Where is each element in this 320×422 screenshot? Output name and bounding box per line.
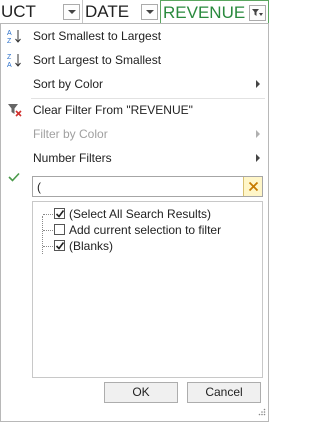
sort-by-color-item[interactable]: Sort by Color (1, 72, 268, 96)
filter-by-color-item: Filter by Color (1, 122, 268, 146)
tree-connector (43, 230, 53, 231)
list-item-label: Add current selection to filter (69, 223, 222, 237)
cancel-button[interactable]: Cancel (187, 382, 261, 403)
blanks-checkbox[interactable] (54, 240, 65, 251)
list-item-label: (Blanks) (69, 239, 114, 253)
column-header-revenue[interactable]: REVENUE (160, 0, 269, 24)
chevron-down-icon (68, 10, 76, 14)
autofilter-dropdown: A Z Sort Smallest to Largest Z A Sort La… (0, 23, 269, 422)
column-header-label: REVENUE (163, 3, 246, 22)
column-header-row: UCT DATE REVENUE (0, 0, 269, 24)
add-selection-checkbox[interactable] (54, 224, 65, 235)
number-filters-item[interactable]: Number Filters (1, 146, 268, 170)
sort-ascending-icon: A Z (7, 28, 23, 47)
menu-item-label: Sort Smallest to Largest (33, 29, 162, 43)
close-icon (248, 181, 259, 192)
svg-text:Z: Z (7, 54, 12, 61)
filter-value-list[interactable]: (Select All Search Results) Add current … (32, 201, 263, 378)
checkmark-icon (55, 242, 65, 250)
tree-connector (43, 246, 53, 247)
select-all-checkbox[interactable] (54, 208, 65, 219)
menu-item-label: Sort Largest to Smallest (33, 53, 162, 67)
filter-active-icon (252, 9, 263, 16)
search-input[interactable] (35, 178, 235, 195)
search-box[interactable] (32, 176, 263, 197)
filter-active-button[interactable] (249, 5, 266, 21)
column-header-label: UCT (1, 2, 36, 21)
checkmark-icon (55, 210, 65, 218)
resize-grip-icon[interactable] (258, 405, 266, 419)
list-item[interactable]: Add current selection to filter (33, 222, 261, 238)
chevron-down-icon (146, 10, 154, 14)
column-header-product[interactable]: UCT (0, 0, 82, 24)
filter-dropdown-button[interactable] (63, 4, 80, 20)
menu-item-label: Number Filters (33, 151, 112, 165)
clear-filter-icon (7, 102, 23, 121)
svg-text:Z: Z (7, 38, 12, 44)
clear-filter-item[interactable]: Clear Filter From "REVENUE" (1, 98, 268, 122)
sort-descending-icon: Z A (7, 52, 23, 71)
list-item-label: (Select All Search Results) (69, 207, 212, 221)
submenu-arrow-icon (256, 154, 260, 162)
svg-text:A: A (7, 30, 12, 37)
submenu-arrow-icon (256, 130, 260, 138)
menu-item-label: Clear Filter From "REVENUE" (33, 103, 193, 117)
submenu-arrow-icon (256, 80, 260, 88)
ok-button[interactable]: OK (104, 382, 178, 403)
svg-text:A: A (7, 62, 12, 68)
search-active-check-icon (8, 171, 20, 185)
menu-item-label: Sort by Color (33, 77, 104, 91)
tree-connector (43, 214, 53, 215)
sort-descending-item[interactable]: Z A Sort Largest to Smallest (1, 48, 268, 72)
column-header-date[interactable]: DATE (83, 0, 160, 24)
menu-item-label: Filter by Color (33, 127, 108, 141)
list-item[interactable]: (Blanks) (33, 238, 261, 254)
filter-dropdown-button[interactable] (141, 4, 158, 20)
list-item[interactable]: (Select All Search Results) (33, 206, 261, 222)
sort-ascending-item[interactable]: A Z Sort Smallest to Largest (1, 24, 268, 48)
clear-search-button[interactable] (243, 177, 262, 196)
column-header-label: DATE (85, 2, 130, 21)
